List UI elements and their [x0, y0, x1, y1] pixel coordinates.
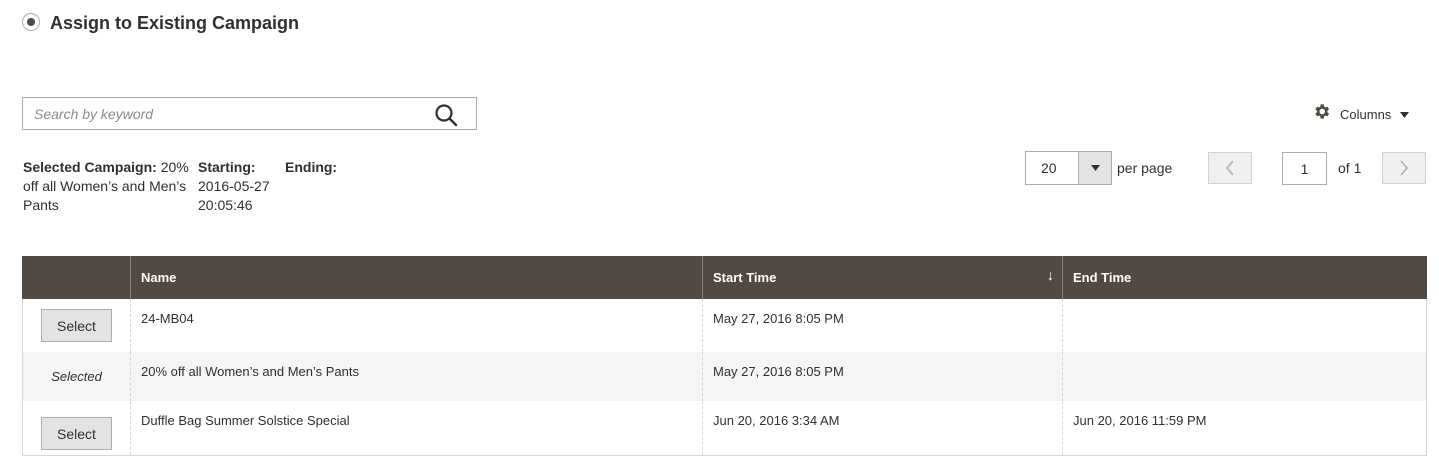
- current-page-input[interactable]: [1282, 152, 1327, 185]
- caret-down-icon: [1090, 165, 1100, 171]
- table-row: Select Duffle Bag Summer Solstice Specia…: [22, 401, 1427, 456]
- gear-icon: [1312, 102, 1331, 126]
- selected-status: Selected: [51, 369, 102, 384]
- assign-existing-radio[interactable]: [22, 13, 40, 31]
- sort-descending-icon: ↓: [1047, 267, 1054, 283]
- table-row: Select 24-MB04 May 27, 2016 8:05 PM: [22, 299, 1427, 352]
- starting-info: Starting: 2016-05-27 20:05:46: [198, 158, 282, 215]
- radio-checked-dot: [27, 18, 35, 26]
- total-pages-label: of 1: [1338, 160, 1362, 176]
- row-name: 24-MB04: [130, 299, 703, 352]
- ending-label: Ending:: [285, 159, 338, 175]
- caret-down-icon: [1400, 105, 1410, 123]
- search-field: [22, 97, 477, 130]
- starting-label: Starting:: [198, 159, 256, 175]
- column-header-action: [22, 256, 131, 299]
- ending-info: Ending:: [285, 158, 365, 177]
- grid-header-row: Name Start Time ↓ End Time: [22, 256, 1427, 299]
- column-header-start-time[interactable]: Start Time ↓: [702, 256, 1063, 299]
- previous-page-button[interactable]: [1208, 152, 1252, 184]
- chevron-right-icon: [1400, 160, 1409, 176]
- per-page-select[interactable]: 20: [1025, 151, 1112, 185]
- search-icon[interactable]: [434, 103, 458, 127]
- campaign-grid: Name Start Time ↓ End Time Select 24-MB04…: [22, 256, 1427, 456]
- per-page-value: 20: [1041, 160, 1057, 176]
- row-action-cell: Selected: [22, 352, 131, 401]
- columns-dropdown[interactable]: Columns: [1312, 102, 1410, 126]
- row-action-cell: Select: [22, 299, 131, 352]
- row-end-time: [1062, 299, 1427, 352]
- row-action-cell: Select: [22, 401, 131, 456]
- per-page-label: per page: [1117, 160, 1173, 176]
- column-header-start-time-label: Start Time: [713, 270, 777, 285]
- column-header-end-time-label: End Time: [1073, 270, 1132, 285]
- row-end-time: Jun 20, 2016 11:59 PM: [1062, 401, 1427, 456]
- per-page-toggle-button[interactable]: [1078, 152, 1111, 184]
- column-header-name[interactable]: Name: [130, 256, 703, 299]
- column-header-name-label: Name: [141, 270, 177, 285]
- row-name: 20% off all Women’s and Men’s Pants: [130, 352, 703, 401]
- row-start-time: May 27, 2016 8:05 PM: [702, 299, 1063, 352]
- select-button[interactable]: Select: [41, 417, 112, 451]
- chevron-left-icon: [1225, 160, 1234, 176]
- table-row: Selected 20% off all Women’s and Men’s P…: [22, 352, 1427, 401]
- row-end-time: [1062, 352, 1427, 401]
- search-input[interactable]: [23, 98, 423, 129]
- selected-campaign-label: Selected Campaign:: [23, 159, 157, 175]
- columns-label: Columns: [1340, 106, 1392, 122]
- section-title: Assign to Existing Campaign: [50, 13, 300, 33]
- row-start-time: May 27, 2016 8:05 PM: [702, 352, 1063, 401]
- next-page-button[interactable]: [1382, 152, 1426, 184]
- column-header-end-time[interactable]: End Time: [1062, 256, 1427, 299]
- row-name: Duffle Bag Summer Solstice Special: [130, 401, 703, 456]
- starting-value: 2016-05-27 20:05:46: [198, 178, 270, 213]
- select-button[interactable]: Select: [41, 309, 112, 342]
- row-start-time: Jun 20, 2016 3:34 AM: [702, 401, 1063, 456]
- selected-campaign-info: Selected Campaign: 20% off all Women’s a…: [23, 158, 195, 215]
